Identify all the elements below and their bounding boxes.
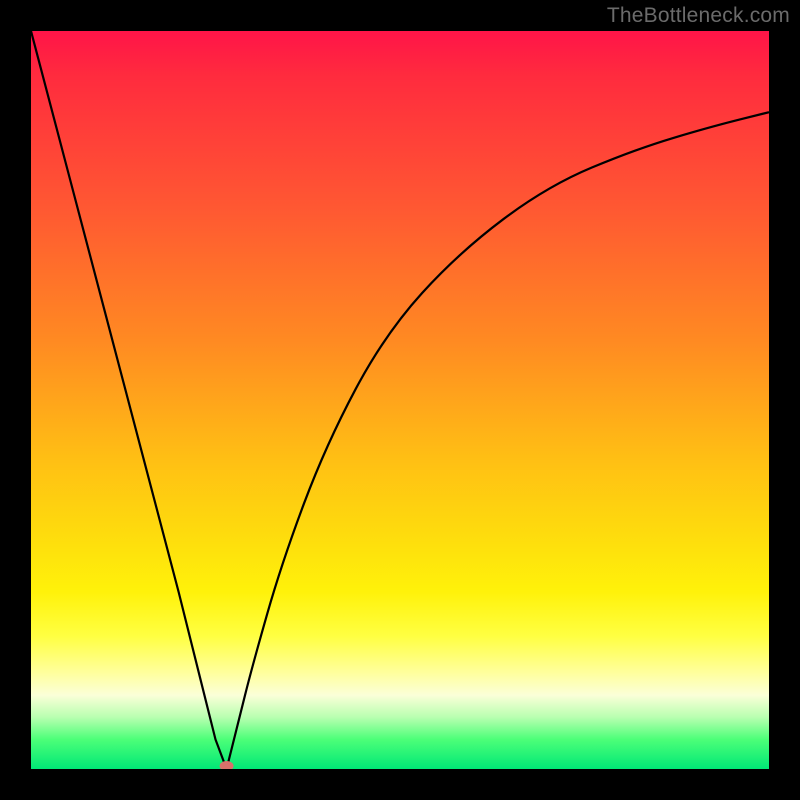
minimum-marker xyxy=(220,761,234,769)
plot-area xyxy=(31,31,769,769)
bottleneck-curve xyxy=(31,31,769,769)
chart-frame: TheBottleneck.com xyxy=(0,0,800,800)
curve-left-branch xyxy=(31,31,227,769)
curve-right-branch xyxy=(227,112,769,769)
watermark-text: TheBottleneck.com xyxy=(607,4,790,28)
